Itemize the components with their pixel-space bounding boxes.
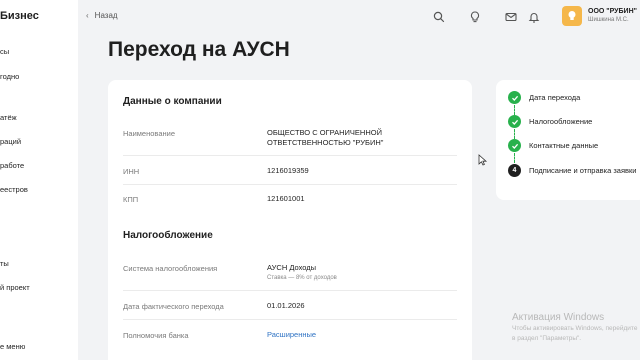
divider (123, 290, 457, 291)
step-1-label[interactable]: Дата перехода (529, 92, 640, 103)
step-connector (514, 129, 515, 139)
sidebar-item-9[interactable]: е меню (0, 342, 25, 351)
step-done-icon (508, 139, 521, 152)
lightbulb-icon[interactable] (468, 10, 482, 24)
step-2-label[interactable]: Налогообложение (529, 116, 640, 127)
kpp-value: 121601001 (267, 194, 305, 203)
mouse-cursor-icon (478, 154, 488, 166)
lightbulb-avatar-icon (568, 11, 576, 20)
sidebar-item-5[interactable]: работе (0, 161, 24, 170)
brand-title: Бизнес (0, 10, 39, 22)
tax-system-value: АУСН Доходы (267, 263, 317, 272)
back-label: Назад (94, 11, 118, 20)
search-icon[interactable] (432, 10, 446, 24)
sidebar-item-1[interactable]: сы (0, 47, 9, 56)
sidebar: Бизнес сы годно атёж раций работе еестро… (0, 0, 78, 360)
sidebar-item-7[interactable]: ты (0, 259, 9, 268)
windows-activation-text: Чтобы активировать Windows, перейдите в … (512, 325, 638, 342)
sidebar-item-2[interactable]: годно (0, 72, 19, 81)
company-avatar[interactable] (562, 6, 582, 26)
back-button[interactable]: ‹ Назад (86, 11, 118, 20)
sidebar-item-4[interactable]: раций (0, 137, 21, 146)
inn-value: 1216019359 (267, 166, 309, 175)
tax-section-title: Налогообложение (123, 230, 213, 241)
page-title: Переход на АУСН (108, 38, 290, 61)
step-connector (514, 153, 515, 163)
check-icon (511, 119, 518, 125)
mail-icon[interactable] (504, 10, 518, 24)
top-bar: ‹ Назад ООО "РУБИН" Шишкина М.С. (78, 0, 640, 34)
tax-system-label: Система налогообложения (123, 264, 218, 273)
divider (123, 155, 457, 156)
step-3-label[interactable]: Контактные данные (529, 140, 640, 151)
step-connector (514, 105, 515, 115)
sidebar-item-3[interactable]: атёж (0, 113, 17, 122)
check-icon (511, 143, 518, 149)
step-done-icon (508, 91, 521, 104)
divider (123, 319, 457, 320)
transition-date-label: Дата фактического перехода (123, 302, 224, 311)
sidebar-item-8[interactable]: й проект (0, 283, 30, 292)
windows-activation-title: Активация Windows (512, 312, 605, 323)
company-data-card: Данные о компании Наименование ОБЩЕСТВО … (108, 80, 472, 360)
divider (123, 184, 457, 185)
step-done-icon (508, 115, 521, 128)
company-name[interactable]: ООО "РУБИН" (588, 8, 637, 15)
name-value: ОБЩЕСТВО С ОГРАНИЧЕННОЙ ОТВЕТСТВЕННОСТЬЮ… (267, 128, 384, 147)
company-section-title: Данные о компании (123, 96, 222, 107)
sidebar-item-6[interactable]: еестров (0, 185, 28, 194)
step-4-label[interactable]: Подписание и отправка заявки (529, 165, 640, 176)
bell-icon[interactable] (527, 10, 541, 24)
kpp-label: КПП (123, 195, 139, 204)
transition-date-value: 01.01.2026 (267, 301, 305, 310)
user-name: Шишкина М.С. (588, 17, 629, 23)
bank-authority-link[interactable]: Расширенные (267, 330, 457, 340)
progress-stepper: Дата перехода Налогообложение Контактные… (496, 80, 640, 200)
step-current-number: 4 (508, 164, 521, 177)
check-icon (511, 95, 518, 101)
tax-rate-note: Ставка — 8% от доходов (267, 275, 337, 281)
bank-authority-label: Полномочия банка (123, 331, 189, 340)
inn-label: ИНН (123, 167, 140, 176)
chevron-left-icon: ‹ (86, 11, 89, 20)
name-label: Наименование (123, 129, 175, 138)
